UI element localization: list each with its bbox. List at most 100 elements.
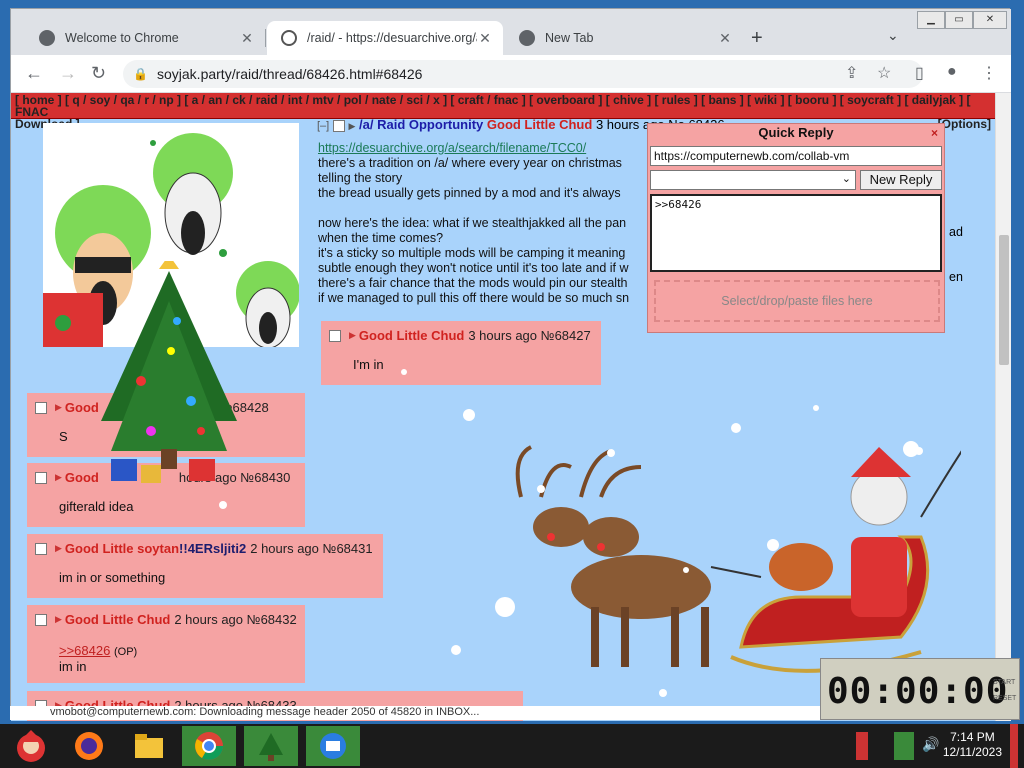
christmas-tree-decoration: [101, 261, 237, 483]
close-window-button[interactable]: ✕: [973, 11, 1007, 29]
snowflake: [219, 501, 227, 509]
volume-icon[interactable]: 🔊: [922, 736, 939, 753]
tab-title: Welcome to Chrome: [65, 31, 179, 45]
post-checkbox[interactable]: [329, 329, 341, 342]
snowflake: [683, 567, 689, 573]
poster-name: Good Little Chud: [64, 612, 171, 627]
page-content: [ home ] [ q / soy / qa / r / np ] [ a /…: [11, 93, 995, 721]
snowflake: [451, 645, 461, 655]
taskbar-clock[interactable]: 7:14 PM 12/11/2023: [943, 730, 1002, 760]
op-line-fragment: ad: [949, 225, 963, 239]
quick-reply-close-button[interactable]: ×: [931, 124, 938, 142]
tab-welcome[interactable]: Welcome to Chrome ✕: [25, 21, 265, 55]
post-meta[interactable]: 2 hours ago №68431: [250, 541, 372, 556]
tab-raid[interactable]: /raid/ - https://desuarchive.org/a ✕: [267, 21, 503, 55]
lock-icon: 🔒: [133, 67, 148, 81]
scrollbar-thumb[interactable]: [999, 235, 1009, 365]
tree-app-icon[interactable]: [244, 726, 298, 766]
op-subject: /a/ Raid Opportunity: [359, 117, 484, 132]
post-menu-triangle-icon[interactable]: ▶: [349, 330, 356, 341]
network-icon[interactable]: [894, 732, 914, 760]
timer-reset-button[interactable]: RESET: [993, 695, 1016, 702]
chrome-taskbar-icon[interactable]: [182, 726, 236, 766]
op-link[interactable]: https://desuarchive.org/a/search/filenam…: [318, 141, 586, 155]
close-tab-icon[interactable]: ✕: [239, 30, 255, 47]
new-reply-button[interactable]: New Reply: [860, 170, 942, 190]
post-body: I'm in: [353, 357, 384, 372]
browser-toolbar: ← → ↻ 🔒 soyjak.party/raid/thread/68426.h…: [11, 55, 1011, 93]
firefox-icon[interactable]: [62, 726, 116, 766]
tab-strip: Welcome to Chrome ✕ /raid/ - https://des…: [11, 9, 1011, 55]
board-select[interactable]: ⌄: [650, 170, 856, 190]
post-meta[interactable]: 3 hours ago №68427: [468, 328, 590, 343]
file-explorer-icon[interactable]: [122, 726, 176, 766]
snowflake: [463, 409, 475, 421]
file-drop-zone[interactable]: Select/drop/paste files here: [654, 280, 940, 322]
tab-title: New Tab: [545, 31, 594, 45]
browser-window: Welcome to Chrome ✕ /raid/ - https://des…: [10, 8, 1011, 721]
timer-digits: 00:00:00: [827, 671, 1009, 712]
poster-name: Good Little soytan: [64, 541, 180, 556]
op-name: Good Little Chud: [486, 117, 593, 132]
post-meta[interactable]: 2 hours ago №68432: [174, 612, 296, 627]
quote-op-marker: (OP): [113, 646, 138, 658]
snowflake: [731, 423, 741, 433]
close-tab-icon[interactable]: ✕: [717, 30, 733, 47]
quick-reply-panel: Quick Reply × https://computernewb.com/co…: [647, 123, 945, 333]
name-field[interactable]: https://computernewb.com/collab-vm: [650, 146, 942, 166]
options-link[interactable]: [Options]: [938, 118, 991, 130]
show-desktop-button[interactable]: [1010, 724, 1018, 768]
start-button[interactable]: [4, 726, 58, 766]
new-tab-button[interactable]: +: [751, 27, 763, 50]
op-checkbox[interactable]: [332, 119, 345, 132]
board-nav-links[interactable]: [ home ] [ q / soy / qa / r / np ] [ a /…: [15, 94, 991, 118]
post-checkbox[interactable]: [35, 542, 47, 555]
profile-avatar-icon[interactable]: ●: [947, 63, 957, 81]
close-tab-icon[interactable]: ✕: [477, 30, 493, 47]
chevron-down-icon: ⌄: [841, 173, 851, 185]
post-menu-triangle-icon[interactable]: ▶: [55, 614, 62, 625]
site-favicon-icon: [281, 30, 297, 46]
tab-search-chevron-icon[interactable]: ⌄: [887, 27, 899, 44]
post-menu-triangle-icon[interactable]: ▶: [348, 121, 355, 131]
side-panel-icon[interactable]: ▯: [915, 63, 924, 83]
address-bar[interactable]: 🔒 soyjak.party/raid/thread/68426.html#68…: [123, 60, 923, 88]
post-menu-triangle-icon[interactable]: ▶: [55, 472, 62, 483]
reply-post: ▶ Good Little Chud 3 hours ago №68427 I'm …: [321, 321, 601, 385]
post-menu-triangle-icon[interactable]: ▶: [55, 402, 62, 413]
menu-kebab-icon[interactable]: ⋮: [981, 63, 997, 83]
tab-new-tab[interactable]: New Tab ✕: [505, 21, 743, 55]
bookmark-star-icon[interactable]: ☆: [877, 63, 891, 83]
snowflake: [659, 689, 667, 697]
taskbar: 🔊 7:14 PM 12/11/2023: [0, 724, 1024, 768]
reload-button[interactable]: ↻: [91, 63, 106, 84]
back-button[interactable]: ←: [25, 63, 43, 84]
globe-icon: [519, 30, 535, 46]
post-checkbox[interactable]: [35, 471, 47, 484]
minimize-button[interactable]: ▁: [917, 11, 945, 29]
post-checkbox[interactable]: [35, 613, 47, 626]
maximize-button[interactable]: ▭: [945, 11, 973, 29]
post-checkbox[interactable]: [35, 401, 47, 414]
tab-title: /raid/ - https://desuarchive.org/a: [307, 31, 477, 45]
forward-button[interactable]: →: [59, 63, 77, 84]
collapse-toggle[interactable]: [–]: [317, 120, 329, 132]
clock-time: 7:14 PM: [950, 730, 995, 744]
clock-date: 12/11/2023: [942, 745, 1002, 759]
board-navigation: [ home ] [ q / soy / qa / r / np ] [ a /…: [11, 93, 995, 130]
post-menu-triangle-icon[interactable]: ▶: [55, 543, 62, 554]
tab-separator: [265, 29, 266, 47]
op-line-fragment: en: [949, 270, 963, 284]
tray-indicator: [856, 732, 868, 760]
mail-app-icon[interactable]: [306, 726, 360, 766]
page-scrollbar[interactable]: [995, 93, 1011, 721]
post-body: im in: [59, 659, 87, 674]
comment-textarea[interactable]: >>68426: [650, 194, 942, 272]
post-body: gifterald idea: [59, 499, 134, 514]
reply-post: ▶ Good Little Chud 2 hours ago №68432 >>68…: [27, 605, 305, 683]
quick-reply-title[interactable]: Quick Reply: [758, 125, 833, 140]
quote-link[interactable]: >>68426: [59, 643, 110, 658]
share-icon[interactable]: ⇪: [845, 63, 858, 83]
post-body: im in or something: [59, 570, 166, 585]
timer-start-button[interactable]: START: [993, 679, 1015, 686]
